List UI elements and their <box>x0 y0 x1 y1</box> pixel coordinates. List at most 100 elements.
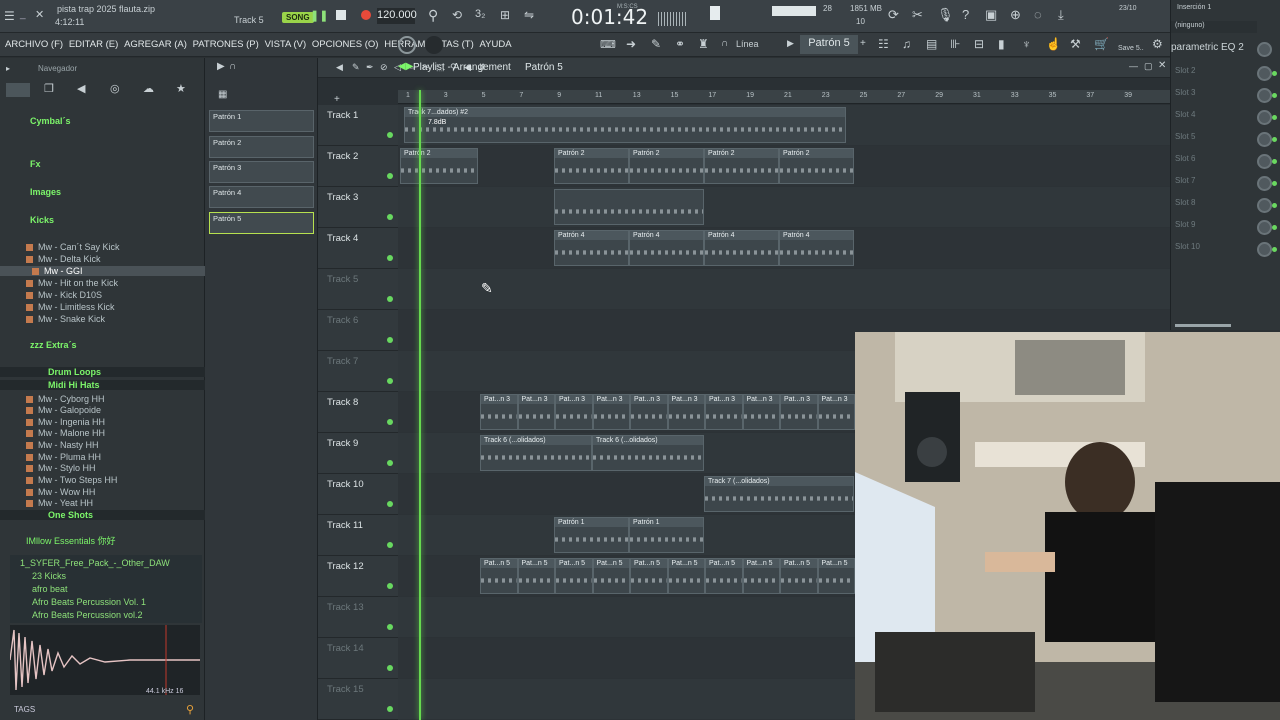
track-header[interactable]: Track 7 <box>318 351 398 392</box>
stamp-icon[interactable]: ♜ <box>698 37 709 51</box>
pattern-item[interactable]: Patrón 2 <box>209 136 314 158</box>
folder-images[interactable]: Images <box>0 187 205 197</box>
pattern-clip[interactable]: Pat...n 3 <box>817 394 855 430</box>
mixer-fx-slot[interactable]: Slot 5 <box>1175 132 1255 150</box>
track-header[interactable]: Track 1 <box>318 105 398 146</box>
touch-icon[interactable]: ☝ <box>1046 37 1061 51</box>
maximize-icon[interactable]: ▢ <box>1144 61 1153 72</box>
kick-file-selected[interactable]: Mw - GGI <box>0 266 205 276</box>
hat-file[interactable]: Mw - Ingenia HH <box>0 417 205 427</box>
pattern-clip[interactable]: Pat...n 5 <box>817 558 855 594</box>
pattern-clip[interactable]: Pat...n 5 <box>742 558 780 594</box>
settings-icon[interactable]: ⚙ <box>1152 37 1163 51</box>
hat-file[interactable]: Mw - Malone HH <box>0 428 205 438</box>
mixer-slot-led[interactable] <box>1272 181 1277 186</box>
playhead[interactable] <box>419 90 421 720</box>
minimize-icon[interactable]: — <box>1129 61 1138 71</box>
plugin-icon[interactable]: ⊕ <box>1010 7 1021 23</box>
track-mute-led[interactable] <box>387 501 393 507</box>
track-mute-led[interactable] <box>387 214 393 220</box>
mixer-effect-name[interactable]: parametric EQ 2 <box>1171 42 1244 53</box>
mixer-slot-led[interactable] <box>1272 225 1277 230</box>
master-pan-knob[interactable] <box>398 36 416 54</box>
tools-icon[interactable]: ✂ <box>912 7 923 23</box>
tempo-display[interactable]: 120.000 <box>377 8 417 24</box>
track-header[interactable]: Track 15 <box>318 679 398 720</box>
track-header[interactable]: Track 9 <box>318 433 398 474</box>
mixer-fx-slot[interactable]: Slot 8 <box>1175 198 1255 216</box>
mixer-slot-led[interactable] <box>1272 71 1277 76</box>
track-mute-led[interactable] <box>387 296 393 302</box>
blend-icon[interactable]: ⇋ <box>524 8 534 22</box>
link-icon[interactable]: ⚭ <box>675 37 685 51</box>
pattern-clip[interactable]: Patrón 4 <box>554 230 629 266</box>
menu-archivo[interactable]: ARCHIVO (F) <box>5 39 63 50</box>
pattern-clip[interactable]: Pat...n 5 <box>667 558 705 594</box>
track-header[interactable]: Track 5 <box>318 269 398 310</box>
pattern-clip[interactable]: Pat...n 5 <box>705 558 743 594</box>
add-track-icon[interactable]: + <box>334 94 340 105</box>
browser-icon[interactable]: ⊟ <box>974 37 984 51</box>
track-mute-led[interactable] <box>387 665 393 671</box>
help-icon[interactable]: ? <box>962 7 969 22</box>
browser-all-tab[interactable] <box>6 83 30 97</box>
track-header[interactable]: Track 2 <box>318 146 398 187</box>
paint-tool-icon[interactable]: ✒ <box>366 62 374 73</box>
folder-drum-loops[interactable]: Drum Loops <box>0 367 205 377</box>
pattern-clip[interactable]: Pat...n 5 <box>480 558 518 594</box>
arrow-right-icon[interactable]: ➜ <box>626 37 636 51</box>
track-mute-led[interactable] <box>387 255 393 261</box>
track-lane[interactable] <box>398 269 1170 310</box>
mixer-mix-knob[interactable] <box>1257 42 1272 57</box>
mixer-fx-slot[interactable]: Slot 7 <box>1175 176 1255 194</box>
play-arrow-icon[interactable]: ▶ <box>787 38 794 49</box>
piano-roll-icon[interactable]: ♫ <box>902 37 911 51</box>
hat-file[interactable]: Mw - Stylo HH <box>0 463 205 473</box>
mixer-fx-slot[interactable]: Slot 6 <box>1175 154 1255 172</box>
grid-icon[interactable]: ▦ <box>218 89 227 100</box>
pattern-clip[interactable]: Pat...n 3 <box>480 394 518 430</box>
globe-icon[interactable]: ◎ <box>110 82 120 95</box>
close-icon[interactable]: ✕ <box>1158 60 1166 71</box>
master-volume-knob[interactable] <box>425 36 443 54</box>
pattern-clip[interactable]: Patrón 1 <box>629 517 704 553</box>
search-icon[interactable]: ⚲ <box>186 703 194 716</box>
track-header[interactable]: Track 3 <box>318 187 398 228</box>
pattern-item[interactable]: Patrón 1 <box>209 110 314 132</box>
hat-file[interactable]: Mw - Nasty HH <box>0 440 205 450</box>
cloud-icon[interactable]: ☁ <box>143 82 154 95</box>
chat-icon[interactable]: ◌ <box>1034 7 1042 22</box>
pattern-clip[interactable]: Patrón 4 <box>704 230 779 266</box>
pause-icon[interactable]: ❚❚ <box>310 9 328 23</box>
pattern-clip[interactable]: Patrón 4 <box>779 230 854 266</box>
track-lane[interactable]: Patrón 4 Patrón 4 Patrón 4 Patrón 4 <box>398 228 1170 269</box>
plugin-picker-icon[interactable]: ♆ <box>1022 37 1031 51</box>
track-mute-led[interactable] <box>387 460 393 466</box>
mixer-fx-slot[interactable]: Slot 3 <box>1175 88 1255 106</box>
track-header[interactable]: Track 6 <box>318 310 398 351</box>
magnet-icon[interactable]: ∩ <box>721 38 728 49</box>
hat-file[interactable]: Mw - Wow HH <box>0 487 205 497</box>
pack-item[interactable]: afro beat <box>0 584 205 594</box>
kick-file[interactable]: Mw - Delta Kick <box>0 254 205 264</box>
magnet-icon[interactable]: ∩ <box>229 61 236 72</box>
track-header[interactable]: Track 10 <box>318 474 398 515</box>
pattern-clip[interactable]: Pat...n 5 <box>517 558 555 594</box>
pattern-clip[interactable]: Pat...n 3 <box>742 394 780 430</box>
countdown-icon[interactable]: 3₂ <box>475 8 485 20</box>
pattern-clip[interactable]: Track 6 (...olidados) <box>592 435 704 471</box>
track-mute-led[interactable] <box>387 706 393 712</box>
doc-icon[interactable]: ❐ <box>44 82 54 95</box>
track-header[interactable]: Track 11 <box>318 515 398 556</box>
cart-icon[interactable]: 🛒 <box>1094 37 1109 51</box>
folder-one-shots[interactable]: One Shots <box>0 510 205 520</box>
mixer-mix-knob[interactable] <box>1257 198 1272 213</box>
kick-file[interactable]: Mw - Limitless Kick <box>0 302 205 312</box>
track-lane[interactable]: Patrón 2 Patrón 2 Patrón 2 Patrón 2 Patrón 2 <box>398 146 1170 187</box>
mic-icon[interactable]: 🎙 <box>937 7 954 23</box>
track-lane[interactable] <box>398 187 1170 228</box>
hat-file[interactable]: Mw - Galopoide <box>0 405 205 415</box>
mixer-slot-led[interactable] <box>1272 159 1277 164</box>
refresh-icon[interactable]: ⟳ <box>888 7 899 23</box>
plugin-db-icon[interactable]: ▮ <box>998 37 1005 51</box>
